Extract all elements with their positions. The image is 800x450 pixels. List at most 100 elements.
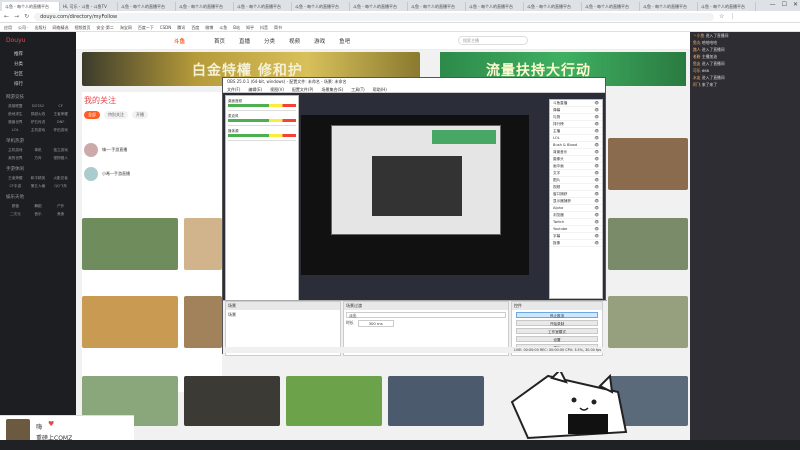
search-input[interactable]: 搜索主播 <box>458 36 528 45</box>
stream-thumbnail[interactable] <box>608 296 688 348</box>
source-item[interactable]: 视频 👁 <box>550 184 602 191</box>
source-item[interactable]: 图片 👁 <box>550 177 602 184</box>
volume-meter[interactable] <box>228 134 296 137</box>
bookmark-item[interactable]: 知乎 <box>246 23 254 31</box>
duration-input[interactable]: 300 ms <box>357 320 394 327</box>
sidebar-item[interactable]: 分类 <box>0 60 76 70</box>
bookmark-item[interactable]: B站 <box>233 23 240 31</box>
sidebar-tag[interactable]: 炉石传说 <box>27 119 50 126</box>
browser-tab[interactable]: 斗鱼 - 每个人的直播平台 <box>408 2 466 11</box>
source-item[interactable]: Twitch 👁 <box>550 219 602 226</box>
eye-icon[interactable]: 👁 <box>594 114 599 120</box>
nav-link[interactable]: 分类 <box>264 37 275 45</box>
sidebar-tag[interactable]: 绝地求生 <box>4 111 27 118</box>
bookmark-item[interactable]: 公司 · <box>18 23 29 31</box>
transition-select[interactable]: 淡出 <box>346 312 506 318</box>
sidebar-tag[interactable]: 颜值 <box>4 203 27 210</box>
sidebar-tag[interactable]: 户外 <box>49 203 72 210</box>
bookmark-item[interactable]: 应用 <box>4 23 12 31</box>
stream-thumbnail[interactable] <box>184 376 280 426</box>
bookmark-item[interactable]: 安全·第二 <box>97 23 114 31</box>
obs-preview[interactable] <box>301 115 529 275</box>
eye-icon[interactable]: 👁 <box>594 163 599 169</box>
bookmark-item[interactable]: 百度 <box>191 23 199 31</box>
source-item[interactable]: 抠像 👁 <box>550 240 602 247</box>
browser-tab[interactable]: 斗鱼 - 每个人的直播平台 <box>118 2 176 11</box>
source-item[interactable]: 主播 👁 <box>550 128 602 135</box>
eye-icon[interactable]: 👁 <box>594 205 599 211</box>
eye-icon[interactable]: 👁 <box>594 219 599 225</box>
eye-icon[interactable]: 👁 <box>594 191 599 197</box>
browser-tab[interactable]: Hi, 可乐 - 斗鱼 - 斗鱼TV <box>60 2 118 11</box>
chat-user[interactable]: 路人 <box>693 47 701 52</box>
chip-all[interactable]: 全部 <box>84 111 100 119</box>
chip-special[interactable]: 特别关注 <box>104 111 128 119</box>
bookmark-item[interactable]: 网络精选 <box>53 23 69 31</box>
obs-menu-item[interactable]: 工具(T) <box>351 86 365 92</box>
sidebar-tag[interactable]: CF手游 <box>4 183 27 190</box>
obs-menu-item[interactable]: 场景集合(S) <box>321 86 343 92</box>
eye-icon[interactable]: 👁 <box>594 107 599 113</box>
obs-menu-item[interactable]: 文件(F) <box>227 86 240 92</box>
bookmark-item[interactable]: 微博 <box>205 23 213 31</box>
volume-meter[interactable] <box>228 119 296 122</box>
sidebar-tag[interactable]: 怪物猎人 <box>49 155 72 162</box>
source-item[interactable]: 摄像头 👁 <box>550 156 602 163</box>
sidebar-tag[interactable]: 我的世界 <box>4 155 27 162</box>
back-icon[interactable]: ← <box>4 13 9 20</box>
nav-link[interactable]: 首页 <box>214 37 225 45</box>
sidebar-tag[interactable]: LOL <box>4 127 27 134</box>
browser-tab[interactable]: 斗鱼 - 每个人的直播平台 <box>466 2 524 11</box>
sidebar-tag[interactable]: DOTA2 <box>27 103 50 110</box>
sidebar-tag[interactable]: 怀旧游戏 <box>49 127 72 134</box>
heart-icon[interactable]: ♥ <box>48 420 54 428</box>
bookmark-item[interactable]: 斗鱼 <box>219 23 227 31</box>
bookmark-item[interactable]: 出版社 <box>35 23 47 31</box>
source-item[interactable]: LOL 👁 <box>550 135 602 142</box>
sidebar-item[interactable]: 社区 <box>0 70 76 80</box>
source-item[interactable]: Youtube 👁 <box>550 226 602 233</box>
bookmark-item[interactable]: 视频首页 <box>75 23 91 31</box>
eye-icon[interactable]: 👁 <box>594 240 599 246</box>
source-item[interactable]: 画中画 👁 <box>550 163 602 170</box>
source-item[interactable]: 斗鱼直播 👁 <box>550 100 602 107</box>
source-item[interactable]: 浏览器 👁 <box>550 212 602 219</box>
eye-icon[interactable]: 👁 <box>594 233 599 239</box>
nav-link[interactable]: 直播 <box>239 37 250 45</box>
scene-item[interactable]: 场景 <box>226 310 340 320</box>
stream-thumbnail[interactable] <box>82 296 178 348</box>
bookmark-item[interactable]: 抖音 <box>260 23 268 31</box>
obs-menu-item[interactable]: 帮助(H) <box>373 86 387 92</box>
eye-icon[interactable]: 👁 <box>594 156 599 162</box>
source-item[interactable]: 窗口捕获 👁 <box>550 191 602 198</box>
browser-tab[interactable]: 斗鱼 - 每个人的直播平台 <box>640 2 698 11</box>
bookmark-item[interactable]: CSDN <box>160 23 171 31</box>
eye-icon[interactable]: 👁 <box>594 142 599 148</box>
sidebar-tag[interactable]: 二次元 <box>4 211 27 218</box>
nav-link[interactable]: 鱼吧 <box>339 37 350 45</box>
sidebar-tag[interactable]: 魔兽世界 <box>4 119 27 126</box>
volume-meter[interactable] <box>228 104 296 107</box>
settings-button[interactable]: 设置 <box>516 336 598 342</box>
source-item[interactable]: 排行榜 👁 <box>550 121 602 128</box>
star-icon[interactable]: ☆ <box>719 13 724 20</box>
nav-link[interactable]: 游戏 <box>314 37 325 45</box>
sidebar-tag[interactable]: 主机游戏 <box>27 127 50 134</box>
stream-thumbnail[interactable] <box>184 296 222 348</box>
studio-mode-button[interactable]: 工作室模式 <box>516 328 598 334</box>
stream-thumbnail[interactable] <box>184 218 222 270</box>
follow-row[interactable]: 小希一手游直播 <box>82 165 222 183</box>
eye-icon[interactable]: 👁 <box>594 100 599 106</box>
chat-user[interactable]: 水友 <box>693 75 701 80</box>
browser-tab[interactable]: 斗鱼 - 每个人的直播平台 <box>176 2 234 11</box>
menu-icon[interactable]: ⋮ <box>729 13 735 20</box>
stream-thumbnail[interactable] <box>388 376 484 426</box>
obs-menu-item[interactable]: 编辑(E) <box>248 86 262 92</box>
sidebar-tag[interactable]: 舞蹈 <box>27 203 50 210</box>
reload-icon[interactable]: ↻ <box>24 13 29 20</box>
site-logo[interactable]: 斗鱼 <box>174 37 185 45</box>
follow-row[interactable]: 嗨一·手游直播 <box>82 141 222 159</box>
source-item[interactable]: Alpha 👁 <box>550 205 602 212</box>
source-item[interactable]: 显示器捕获 👁 <box>550 198 602 205</box>
sidebar-tag[interactable]: DNF <box>49 119 72 126</box>
